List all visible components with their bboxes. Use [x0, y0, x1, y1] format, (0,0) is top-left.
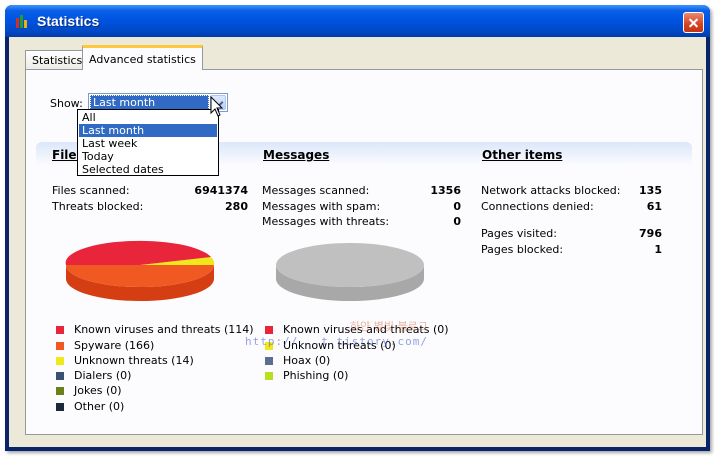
stat-label: Messages with threats: — [262, 215, 390, 228]
legend-swatch — [265, 357, 273, 365]
stat-label: Files scanned: — [52, 184, 130, 197]
stat-value: 280 — [225, 200, 248, 213]
watermark-url: http://...t.tistory.com/ — [245, 335, 428, 348]
files-threats-pie-chart — [65, 240, 215, 301]
stat-row: Messages with spam: 0 — [262, 200, 461, 214]
legend-label: Jokes (0) — [74, 384, 122, 397]
stat-value: 135 — [639, 184, 662, 197]
messages-threats-pie-chart — [276, 243, 424, 301]
stat-value: 6941374 — [194, 184, 248, 197]
dropdown-option-all[interactable]: All — [79, 111, 217, 124]
legend-swatch — [56, 357, 64, 365]
dropdown-option-last-month[interactable]: Last month — [79, 124, 217, 137]
close-button[interactable] — [683, 12, 704, 33]
stat-row: Pages visited: 796 — [481, 227, 662, 241]
stat-row: Files scanned: 6941374 — [52, 184, 248, 198]
stat-value: 61 — [646, 200, 662, 213]
app-icon — [16, 15, 30, 28]
legend-swatch — [265, 326, 273, 334]
dropdown-option-selected-dates[interactable]: Selected dates — [79, 163, 217, 176]
tab-advanced-statistics[interactable]: Advanced statistics — [82, 45, 203, 70]
stat-label: Messages with spam: — [262, 200, 381, 213]
legend-swatch — [56, 403, 64, 411]
period-dropdown-list[interactable]: All Last month Last week Today Selected … — [77, 109, 219, 176]
stat-row: Messages with threats: 0 — [262, 215, 461, 229]
legend-label: Phishing (0) — [283, 369, 349, 382]
window-title: Statistics — [37, 13, 100, 29]
legend-swatch — [56, 326, 64, 334]
legend-label: Hoax (0) — [283, 354, 331, 367]
pie-top-empty — [276, 243, 424, 287]
tab-statistics[interactable]: Statistics — [25, 50, 90, 69]
legend-swatch — [56, 387, 64, 395]
stat-value: 1356 — [430, 184, 461, 197]
stat-row: Connections denied: 61 — [481, 200, 662, 214]
stat-label: Pages blocked: — [481, 243, 564, 256]
legend-label: Known viruses and threats (114) — [74, 323, 254, 336]
legend-swatch — [56, 342, 64, 350]
mouse-cursor-icon — [210, 96, 224, 117]
stat-value: 1 — [654, 243, 662, 256]
legend-swatch — [265, 372, 273, 380]
stat-label: Pages visited: — [481, 227, 557, 240]
dropdown-option-today[interactable]: Today — [79, 150, 217, 163]
watermark-text: 하얀 별빛 블로그 — [350, 320, 428, 333]
stat-row: Messages scanned: 1356 — [262, 184, 461, 198]
stat-value: 796 — [639, 227, 662, 240]
stat-row: Network attacks blocked: 135 — [481, 184, 662, 198]
stat-label: Messages scanned: — [262, 184, 370, 197]
period-select-value: Last month — [90, 95, 209, 110]
stat-value: 0 — [453, 215, 461, 228]
stat-label: Threats blocked: — [52, 200, 144, 213]
legend-label: Dialers (0) — [74, 369, 132, 382]
other-items-heading[interactable]: Other items — [482, 148, 562, 162]
legend-label: Unknown threats (14) — [74, 354, 194, 367]
window-client: Statistics Advanced statistics Show: Las… — [9, 37, 706, 447]
legend-swatch — [56, 372, 64, 380]
stat-value: 0 — [453, 200, 461, 213]
stat-row: Pages blocked: 1 — [481, 243, 662, 257]
dropdown-option-last-week[interactable]: Last week — [79, 137, 217, 150]
legend-label: Spyware (166) — [74, 339, 155, 352]
title-bar[interactable]: Statistics — [5, 5, 710, 37]
stat-row: Threats blocked: 280 — [52, 200, 248, 214]
stat-label: Network attacks blocked: — [481, 184, 621, 197]
statistics-window: Statistics Statistics Advanced statistic… — [5, 5, 710, 451]
stat-label: Connections denied: — [481, 200, 594, 213]
legend-label: Other (0) — [74, 400, 125, 413]
messages-heading[interactable]: Messages — [263, 148, 329, 162]
